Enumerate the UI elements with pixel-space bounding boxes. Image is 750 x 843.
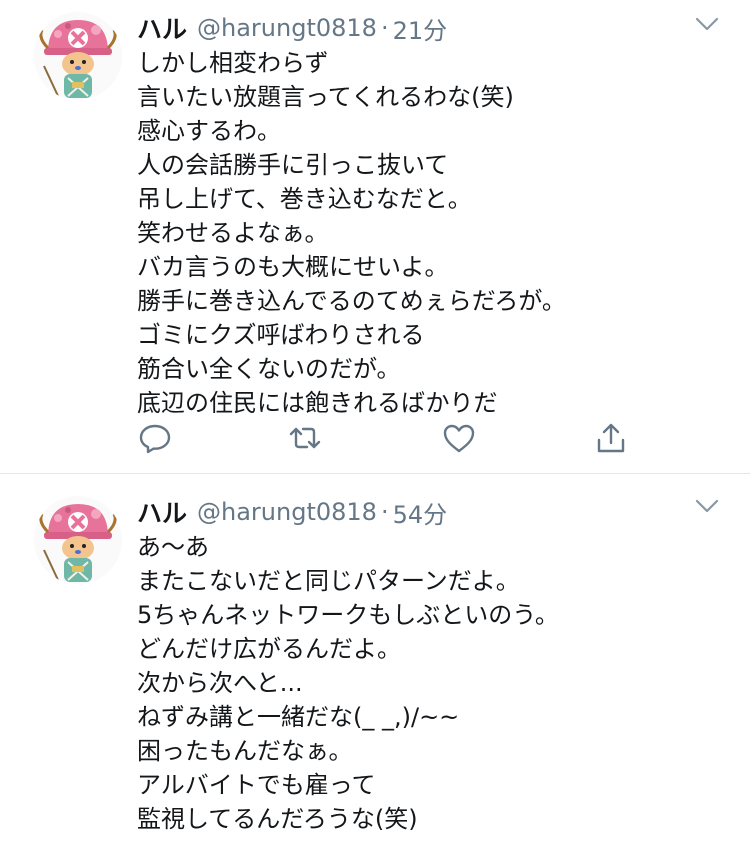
tweet-line: バカ言うのも大概にせいよ。 [137,253,449,281]
tweet-line: アルバイトでも雇って [137,771,376,799]
separator-dot: · [380,498,389,526]
tweet-header: ハル @harungt0818 · 54分 [137,492,447,532]
reply-icon[interactable] [137,420,173,456]
timestamp[interactable]: 21分 [393,11,448,46]
tweet-line: 5ちゃんネットワークもしぶといのう。 [137,601,559,629]
tweet-text: あ〜あ またこないだと同じパターンだよ。 5ちゃんネットワークもしぶといのう。 … [137,530,717,836]
tweet[interactable]: ハル @harungt0818 · 54分 あ〜あ またこないだと同じパターンだ… [0,474,750,843]
tweet-line: ゴミにクズ呼ばわりされる [137,321,425,349]
tweet-line: ねずみ講と一緒だな(_ _,)/~~ [137,703,460,731]
tweet-actions [137,420,637,460]
tweet-line: 底辺の住民には飽きれるばかりだ [137,389,498,417]
user-handle[interactable]: @harungt0818 [197,498,377,526]
display-name[interactable]: ハル [137,494,187,530]
separator-dot: · [380,14,389,42]
tweet-line: 笑わせるよなぁ。 [137,219,329,247]
tweet-line: 次から次へと... [137,669,303,697]
tweet-text: しかし相変わらず 言いたい放題言ってくれるわな(笑) 感心するわ。 人の会話勝手… [137,46,717,420]
tweet-header: ハル @harungt0818 · 21分 [137,8,447,48]
tweet-line: 言いたい放題言ってくれるわな(笑) [137,83,514,111]
tweet-line: 監視してるんだろうな(笑) [137,805,418,833]
chevron-down-icon[interactable] [694,14,720,34]
tweet-line: またこないだと同じパターンだよ。 [137,567,520,595]
chopper-avatar[interactable] [34,496,122,584]
share-icon[interactable] [593,420,629,456]
like-icon[interactable] [441,420,477,456]
tweet-line: 人の会話勝手に引っこ抜いて [137,151,449,179]
tweet-line: 勝手に巻き込んでるのてめぇらだろが。 [137,287,566,315]
chopper-avatar[interactable] [34,12,122,100]
retweet-icon[interactable] [287,420,323,456]
tweet-line: 感心するわ。 [137,117,281,145]
display-name[interactable]: ハル [137,10,187,46]
chevron-down-icon[interactable] [694,496,720,516]
tweet-line: しかし相変わらず [137,49,329,77]
timestamp[interactable]: 54分 [393,495,448,530]
user-handle[interactable]: @harungt0818 [197,14,377,42]
tweet-line: どんだけ広がるんだよ。 [137,635,401,663]
tweet-line: あ〜あ [137,533,209,561]
tweet-line: 吊し上げて、巻き込むなだと。 [137,185,472,213]
tweet-line: 困ったもんだなぁ。 [137,737,353,765]
tweet[interactable]: ハル @harungt0818 · 21分 しかし相変わらず 言いたい放題言って… [0,0,750,474]
tweet-line: 筋合い全くないのだが。 [137,355,401,383]
